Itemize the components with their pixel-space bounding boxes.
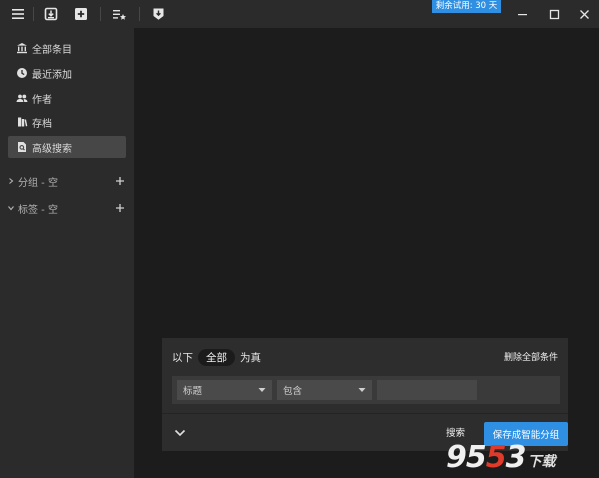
sidebar-item-label: 高级搜索: [32, 143, 72, 155]
caret-down-icon: [358, 388, 366, 392]
archive-icon: [16, 116, 28, 128]
toolbar-separator: [33, 7, 34, 21]
hamburger-icon: [12, 9, 24, 19]
sidebar-item-recently-added[interactable]: 最近添加: [8, 62, 126, 84]
watermark-number-a: 95: [446, 440, 487, 475]
sidebar-item-advanced-search[interactable]: 高级搜索: [8, 136, 126, 158]
sidebar-item-label: 存档: [32, 118, 52, 130]
match-condition: 以下 全部 为真: [172, 348, 261, 366]
sidebar-item-label: 最近添加: [32, 69, 72, 81]
sidebar-item-label: 全部条目: [32, 44, 72, 56]
shield-download-icon: [153, 8, 163, 20]
sidebar-item-authors[interactable]: 作者: [8, 87, 126, 109]
rule-value-input[interactable]: [377, 380, 477, 400]
advanced-search-panel: 以下 全部 为真 删除全部条件 标题 包含 搜索 保存成智能分组: [162, 338, 568, 451]
plus-square-icon: [75, 8, 87, 20]
sidebar: 全部条目 最近添加 作者 存档 高级搜索 分组 - 空 标签 - 空: [0, 28, 134, 478]
delete-all-conditions-button[interactable]: 删除全部条件: [504, 350, 558, 363]
section-tags[interactable]: 标签 - 空: [0, 198, 134, 218]
search-doc-icon: [16, 141, 28, 153]
section-label: 分组 - 空: [18, 177, 58, 189]
chevron-down-icon: [6, 203, 16, 213]
sidebar-item-all-items[interactable]: 全部条目: [8, 37, 126, 59]
close-icon: [579, 9, 589, 19]
add-collection-button[interactable]: [114, 175, 126, 187]
condition-suffix: 为真: [240, 351, 261, 364]
collapse-panel-button[interactable]: [172, 426, 188, 440]
menu-button[interactable]: [7, 4, 29, 24]
smart-list-button[interactable]: [108, 4, 130, 24]
watermark-number-c: 3: [505, 440, 527, 475]
section-collections[interactable]: 分组 - 空: [0, 171, 134, 191]
main-content: 以下 全部 为真 删除全部条件 标题 包含 搜索 保存成智能分组: [134, 28, 599, 478]
clock-icon: [16, 67, 28, 79]
add-tag-button[interactable]: [114, 202, 126, 214]
chevron-right-icon: [6, 176, 16, 186]
list-star-icon: [112, 9, 126, 20]
watermark-number-b: 5: [485, 440, 507, 475]
field-select-value: 标题: [183, 386, 203, 397]
maximize-icon: [549, 9, 559, 19]
sidebar-item-label: 作者: [32, 94, 52, 106]
minimize-icon: [517, 13, 527, 15]
field-select[interactable]: 标题: [177, 380, 272, 400]
bookmark-button[interactable]: [147, 4, 169, 24]
close-button[interactable]: [572, 4, 596, 24]
watermark-logo: 9553 下载: [446, 440, 596, 474]
sidebar-item-archive[interactable]: 存档: [8, 111, 126, 133]
bank-icon: [16, 42, 28, 54]
title-bar: 剩余试用: 30 天: [0, 0, 599, 28]
minimize-button[interactable]: [510, 4, 534, 24]
toolbar-separator: [139, 7, 140, 21]
import-button[interactable]: [40, 4, 62, 24]
watermark-suffix: 下载: [527, 454, 556, 470]
section-label: 标签 - 空: [18, 204, 58, 216]
caret-down-icon: [258, 388, 266, 392]
operator-select[interactable]: 包含: [277, 380, 372, 400]
maximize-button[interactable]: [542, 4, 566, 24]
match-mode-select[interactable]: 全部: [198, 348, 235, 366]
plus-icon: [116, 177, 124, 185]
add-item-button[interactable]: [70, 4, 92, 24]
search-rule-row: 标题 包含: [172, 376, 560, 404]
plus-icon: [116, 204, 124, 212]
trial-badge[interactable]: 剩余试用: 30 天: [432, 0, 501, 13]
toolbar-separator: [100, 7, 101, 21]
operator-select-value: 包含: [283, 386, 303, 397]
people-icon: [16, 92, 28, 104]
chevron-down-icon: [174, 429, 186, 437]
panel-divider: [162, 413, 568, 414]
condition-prefix: 以下: [172, 351, 193, 364]
watermark-number: 9553: [446, 442, 526, 474]
import-icon: [44, 7, 58, 21]
